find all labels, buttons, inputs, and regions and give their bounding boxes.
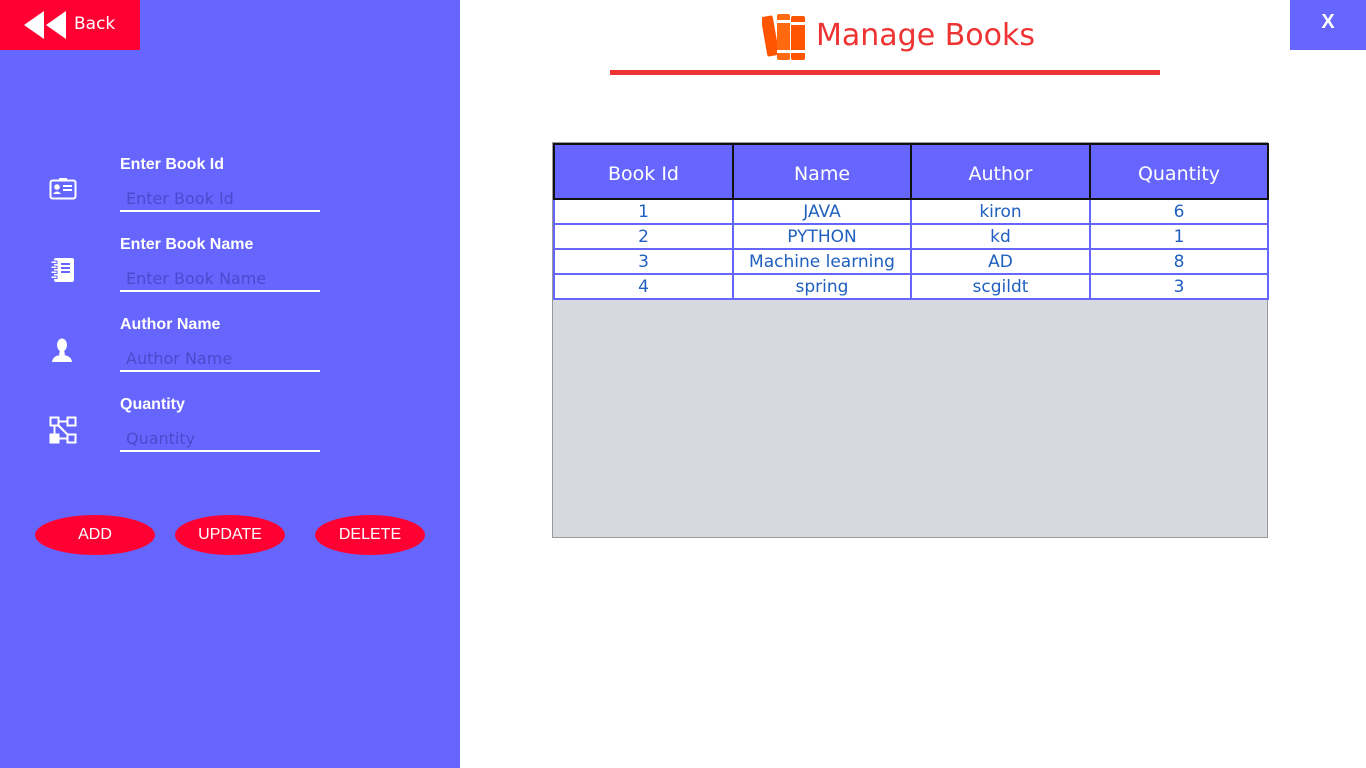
cell-name[interactable]: Machine learning (732, 248, 912, 275)
notebook-icon (49, 256, 77, 288)
table-header-row: Book Id Name Author Quantity (553, 143, 1269, 200)
cell-author[interactable]: kd (910, 223, 1091, 250)
table-row[interactable]: 3 Machine learning AD 8 (553, 248, 1269, 275)
rewind-icon (24, 11, 66, 39)
delete-button[interactable]: DELETE (315, 515, 425, 555)
column-header-name[interactable]: Name (732, 143, 912, 200)
update-button[interactable]: UPDATE (175, 515, 285, 555)
table-row[interactable]: 1 JAVA kiron 6 (553, 198, 1269, 225)
user-icon (49, 336, 77, 368)
table-row[interactable]: 4 spring scgildt 3 (553, 273, 1269, 300)
book-id-label: Enter Book Id (120, 156, 225, 173)
author-name-label: Author Name (120, 316, 221, 333)
cell-author[interactable]: kiron (910, 198, 1091, 225)
cell-quantity[interactable]: 8 (1089, 248, 1269, 275)
cell-quantity[interactable]: 6 (1089, 198, 1269, 225)
column-header-book-id[interactable]: Book Id (553, 143, 734, 200)
column-header-quantity[interactable]: Quantity (1089, 143, 1269, 200)
quantity-input[interactable] (120, 426, 320, 452)
cell-book-id[interactable]: 4 (553, 273, 734, 300)
column-header-author[interactable]: Author (910, 143, 1091, 200)
cell-name[interactable]: JAVA (732, 198, 912, 225)
cell-author[interactable]: AD (910, 248, 1091, 275)
cell-name[interactable]: spring (732, 273, 912, 300)
books-icon (760, 10, 808, 66)
close-button[interactable]: X (1290, 0, 1366, 50)
back-button[interactable]: Back (0, 0, 140, 50)
author-name-input[interactable] (120, 346, 320, 372)
cell-quantity[interactable]: 3 (1089, 273, 1269, 300)
cell-book-id[interactable]: 2 (553, 223, 734, 250)
book-id-input[interactable] (120, 186, 320, 212)
cell-book-id[interactable]: 1 (553, 198, 734, 225)
page-title: Manage Books (816, 18, 1035, 53)
cell-quantity[interactable]: 1 (1089, 223, 1269, 250)
books-table-container: Book Id Name Author Quantity 1 JAVA kiro… (552, 142, 1269, 538)
id-card-icon (49, 177, 77, 205)
back-label: Back (74, 14, 116, 34)
network-icon (49, 416, 77, 448)
table-row[interactable]: 2 PYTHON kd 1 (553, 223, 1269, 250)
cell-book-id[interactable]: 3 (553, 248, 734, 275)
books-table: Book Id Name Author Quantity 1 JAVA kiro… (553, 143, 1269, 300)
cell-author[interactable]: scgildt (910, 273, 1091, 300)
book-name-input[interactable] (120, 266, 320, 292)
quantity-label: Quantity (120, 396, 185, 413)
add-button[interactable]: ADD (35, 515, 155, 555)
book-name-label: Enter Book Name (120, 236, 254, 253)
left-panel: Back Enter Book Id Enter Book Name (0, 0, 460, 768)
cell-name[interactable]: PYTHON (732, 223, 912, 250)
title-underline (610, 70, 1160, 75)
